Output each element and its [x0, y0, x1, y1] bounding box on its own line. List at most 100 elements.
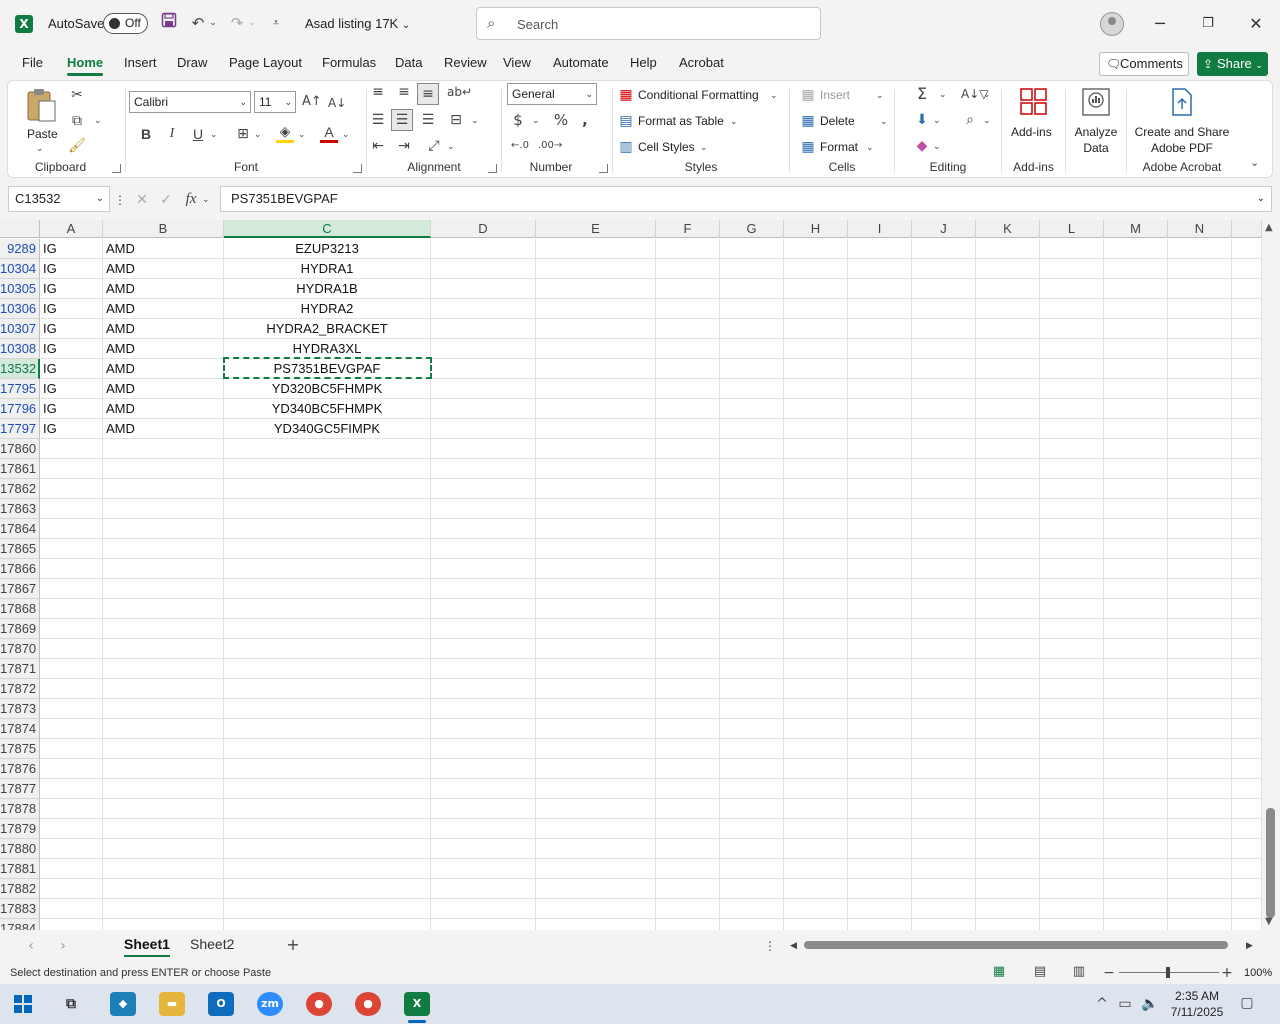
cell[interactable]	[1168, 759, 1232, 779]
cell[interactable]	[1232, 239, 1262, 259]
row-header[interactable]: 10308	[0, 339, 40, 359]
cell[interactable]	[536, 779, 656, 799]
cell[interactable]	[1040, 739, 1104, 759]
cell[interactable]	[1168, 699, 1232, 719]
chevron-down-icon[interactable]: ⌄	[939, 87, 947, 103]
cell[interactable]	[1040, 899, 1104, 919]
cell[interactable]	[431, 899, 536, 919]
cell[interactable]	[912, 299, 976, 319]
cell[interactable]	[536, 619, 656, 639]
add-sheet-icon[interactable]: +	[286, 937, 300, 953]
cell[interactable]	[848, 679, 912, 699]
cell[interactable]	[656, 859, 720, 879]
cell[interactable]	[1232, 559, 1262, 579]
cell[interactable]	[784, 339, 848, 359]
column-header-d[interactable]: D	[431, 220, 536, 238]
row-header[interactable]: 17868	[0, 599, 40, 619]
cell[interactable]	[103, 859, 224, 879]
cell-a[interactable]: IG	[40, 279, 103, 299]
cell[interactable]	[976, 339, 1040, 359]
cell[interactable]	[976, 639, 1040, 659]
cell[interactable]	[1104, 259, 1168, 279]
cell[interactable]	[784, 619, 848, 639]
search-input[interactable]: ⌕ Search	[476, 7, 821, 40]
cell[interactable]	[912, 259, 976, 279]
cell[interactable]	[1232, 699, 1262, 719]
row-header[interactable]: 17797	[0, 419, 40, 439]
align-right-icon[interactable]: ☰	[419, 112, 437, 128]
chevron-down-icon[interactable]: ⌄	[471, 113, 479, 129]
cell[interactable]	[656, 919, 720, 930]
cell[interactable]	[1168, 579, 1232, 599]
cell[interactable]	[976, 559, 1040, 579]
cell[interactable]	[976, 599, 1040, 619]
cell[interactable]	[431, 379, 536, 399]
cell[interactable]	[784, 279, 848, 299]
cell[interactable]	[656, 439, 720, 459]
cell[interactable]	[784, 519, 848, 539]
tab-insert[interactable]: Insert	[124, 55, 157, 70]
cell[interactable]	[912, 899, 976, 919]
cell[interactable]	[848, 399, 912, 419]
cell[interactable]	[848, 319, 912, 339]
cell[interactable]	[720, 519, 784, 539]
cell[interactable]	[1040, 559, 1104, 579]
cell[interactable]	[976, 919, 1040, 930]
decrease-decimal-icon[interactable]: .00→	[538, 138, 562, 154]
row-header[interactable]: 17866	[0, 559, 40, 579]
cell[interactable]	[431, 759, 536, 779]
cell[interactable]	[784, 319, 848, 339]
cell[interactable]	[1040, 459, 1104, 479]
cell[interactable]	[1040, 879, 1104, 899]
cell[interactable]	[656, 599, 720, 619]
row-header[interactable]: 10307	[0, 319, 40, 339]
cell[interactable]	[224, 479, 431, 499]
cell[interactable]	[431, 419, 536, 439]
cell[interactable]	[40, 499, 103, 519]
cell[interactable]	[1104, 839, 1168, 859]
row-header[interactable]: 17862	[0, 479, 40, 499]
row-header[interactable]: 10305	[0, 279, 40, 299]
cell[interactable]	[1232, 899, 1262, 919]
cell[interactable]	[1232, 579, 1262, 599]
cell[interactable]	[976, 259, 1040, 279]
cell[interactable]	[224, 819, 431, 839]
clear-icon[interactable]: ◆	[913, 138, 931, 154]
column-header-l[interactable]: L	[1040, 220, 1104, 238]
cell[interactable]	[848, 879, 912, 899]
cell[interactable]	[784, 439, 848, 459]
cell[interactable]	[976, 859, 1040, 879]
excel-taskbar-icon[interactable]: X	[404, 992, 430, 1016]
cell[interactable]	[224, 779, 431, 799]
paste-button[interactable]: Paste ⌄	[22, 87, 62, 154]
prev-sheet-icon[interactable]: ‹	[24, 938, 38, 954]
cell[interactable]	[40, 599, 103, 619]
cell[interactable]	[912, 519, 976, 539]
cell[interactable]	[1168, 559, 1232, 579]
account-avatar[interactable]	[1100, 12, 1124, 36]
decrease-indent-icon[interactable]: ⇤	[369, 138, 387, 154]
cell[interactable]	[103, 779, 224, 799]
row-header[interactable]: 17796	[0, 399, 40, 419]
cell[interactable]	[1104, 859, 1168, 879]
cell[interactable]	[912, 639, 976, 659]
cell[interactable]	[536, 579, 656, 599]
cell[interactable]	[848, 899, 912, 919]
cell[interactable]	[40, 839, 103, 859]
cell[interactable]	[784, 559, 848, 579]
cell-b[interactable]: AMD	[103, 419, 224, 439]
cell[interactable]	[656, 619, 720, 639]
row-header[interactable]: 17884	[0, 919, 40, 930]
cell[interactable]	[784, 859, 848, 879]
cell[interactable]	[1040, 699, 1104, 719]
tab-review[interactable]: Review	[444, 55, 487, 70]
cell[interactable]	[40, 739, 103, 759]
cell[interactable]	[784, 399, 848, 419]
cell[interactable]	[656, 779, 720, 799]
cell-a[interactable]: IG	[40, 299, 103, 319]
cell[interactable]	[1232, 339, 1262, 359]
cell[interactable]	[848, 619, 912, 639]
cell[interactable]	[720, 699, 784, 719]
cell[interactable]	[720, 419, 784, 439]
scrollbar-thumb[interactable]	[804, 941, 1228, 949]
